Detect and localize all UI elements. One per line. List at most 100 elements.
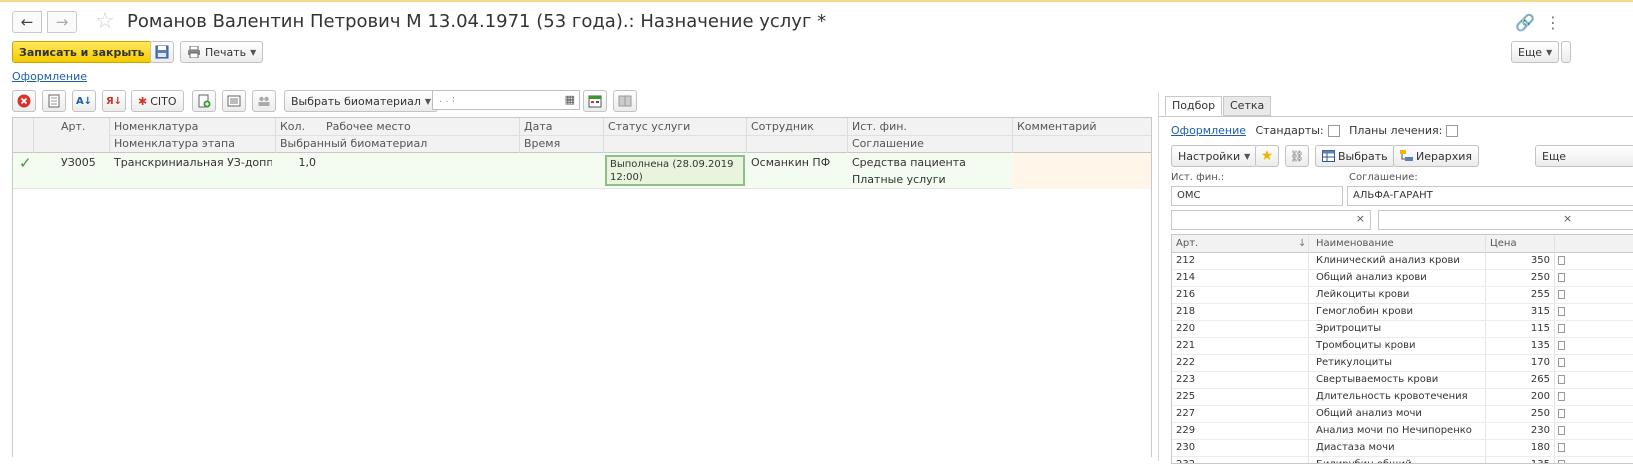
table-row[interactable]: ✓ УЗ005 Транскриниальная УЗ-доппле... 1,…: [13, 153, 1151, 189]
col-stage-nomenclature[interactable]: Номенклатура этапа: [110, 135, 235, 152]
catalog-row[interactable]: 225 Длительность кровотечения 200: [1172, 389, 1633, 406]
cell-agreement: Платные услуги: [852, 173, 946, 186]
open-item-icon[interactable]: [1558, 307, 1565, 316]
fin-source-field[interactable]: ОМС: [1171, 186, 1343, 206]
catalog-row[interactable]: 220 Эритроциты 115: [1172, 321, 1633, 338]
catalog-cell-name: Диастаза мочи: [1316, 442, 1395, 453]
panel-oformlenie-link[interactable]: Оформление: [1171, 124, 1246, 137]
link-icon[interactable]: 🔗: [1515, 13, 1535, 32]
back-button[interactable]: ←: [12, 11, 42, 33]
catalog-row[interactable]: 214 Общий анализ крови 250: [1172, 270, 1633, 287]
catalog-cell-name: Эритроциты: [1316, 323, 1382, 334]
catalog-cell-art: 222: [1176, 357, 1196, 368]
hierarchy-button[interactable]: Иерархия: [1393, 145, 1479, 167]
catalog-row[interactable]: 230 Диастаза мочи 180: [1172, 440, 1633, 457]
agreement-value: АЛЬФА-ГАРАНТ: [1353, 190, 1433, 201]
favorite-star-icon[interactable]: ☆: [95, 9, 115, 35]
agreement-field[interactable]: АЛЬФА-ГАРАНТ: [1347, 186, 1633, 206]
col-biomaterial[interactable]: Выбранный биоматериал: [276, 135, 427, 152]
col-qty[interactable]: Кол.: [276, 118, 305, 135]
save-button[interactable]: [150, 41, 174, 63]
arrow-right-icon: →: [55, 13, 69, 31]
chevron-down-icon: ▼: [1546, 47, 1553, 57]
open-item-icon[interactable]: [1558, 443, 1565, 452]
oformlenie-link[interactable]: Оформление: [12, 70, 87, 83]
plans-checkbox[interactable]: [1446, 125, 1459, 137]
catalog-row[interactable]: 227 Общий анализ мочи 250: [1172, 406, 1633, 423]
favorite-button[interactable]: ★: [1255, 145, 1279, 167]
catalog-cell-name: Тромбоциты крови: [1316, 340, 1416, 351]
more-button[interactable]: Еще ▼: [1511, 41, 1560, 63]
open-item-icon[interactable]: [1558, 341, 1565, 350]
open-item-icon[interactable]: [1558, 256, 1565, 265]
catalog-row[interactable]: 222 Ретикулоциты 170: [1172, 355, 1633, 372]
col-comment[interactable]: Комментарий: [1013, 118, 1097, 135]
floppy-disk-icon: [155, 45, 169, 59]
date-input[interactable]: . . : ▦: [432, 90, 580, 110]
select-button[interactable]: Выбрать: [1315, 145, 1395, 167]
col-art[interactable]: Арт.: [57, 118, 85, 135]
panel-toggle-button[interactable]: [613, 90, 637, 112]
open-item-icon[interactable]: [1558, 375, 1565, 384]
open-item-icon[interactable]: [1558, 392, 1565, 401]
catalog-row[interactable]: 218 Гемоглобин крови 315: [1172, 304, 1633, 321]
sort-asc-button[interactable]: А↓: [72, 90, 96, 112]
col-date[interactable]: Дата: [520, 118, 552, 135]
cell-status[interactable]: Выполнена (28.09.2019 12:00): [605, 155, 745, 186]
print-button[interactable]: Печать ▼: [180, 41, 264, 63]
catalog-row[interactable]: 212 Клинический анализ крови 350: [1172, 253, 1633, 270]
list-button[interactable]: [222, 90, 246, 112]
catalog-col-art[interactable]: Арт.: [1172, 235, 1198, 253]
panel-more-button[interactable]: Еще: [1535, 145, 1633, 167]
open-item-icon[interactable]: [1558, 409, 1565, 418]
comment-cell[interactable]: [1012, 153, 1151, 189]
col-fin-source[interactable]: Ист. фин.: [848, 118, 907, 135]
catalog-row[interactable]: 221 Тромбоциты крови 135: [1172, 338, 1633, 355]
catalog-row[interactable]: 223 Свертываемость крови 265: [1172, 372, 1633, 389]
catalog-row[interactable]: 216 Лейкоциты крови 255: [1172, 287, 1633, 304]
sort-desc-button[interactable]: Я↓: [102, 90, 126, 112]
clear-icon[interactable]: ×: [1356, 212, 1365, 225]
document-button[interactable]: [42, 90, 66, 112]
add-document-button[interactable]: [192, 90, 216, 112]
arrow-left-icon: ←: [20, 13, 34, 31]
select-biomaterial-button[interactable]: Выбрать биоматериал ▼: [284, 90, 439, 112]
col-workplace[interactable]: Рабочее место: [322, 118, 411, 135]
settings-button[interactable]: Настройки ▼: [1171, 145, 1258, 167]
search-field-left[interactable]: ×: [1171, 210, 1371, 230]
open-item-icon[interactable]: [1558, 290, 1565, 299]
catalog-col-price[interactable]: Цена: [1486, 235, 1517, 253]
link-button[interactable]: ⛓: [1285, 145, 1309, 167]
catalog-cell-price: 135: [1530, 340, 1550, 351]
delete-button[interactable]: [12, 90, 36, 112]
users-button[interactable]: [252, 90, 276, 112]
catalog-cell-name: Общий анализ крови: [1316, 272, 1427, 283]
calendar-icon[interactable]: ▦: [565, 93, 575, 106]
help-button[interactable]: [1561, 41, 1571, 63]
schedule-button[interactable]: [583, 90, 607, 112]
col-time[interactable]: Время: [520, 135, 560, 152]
col-employee[interactable]: Сотрудник: [747, 118, 814, 135]
cito-button[interactable]: ✱ CITO: [131, 90, 184, 112]
chevron-down-icon: ▼: [424, 96, 432, 106]
col-nomenclature[interactable]: Номенклатура: [110, 118, 198, 135]
tab-setka[interactable]: Сетка: [1223, 96, 1272, 116]
panel-icon: [618, 95, 632, 107]
catalog-row[interactable]: 229 Анализ мочи по Нечипоренко 230: [1172, 423, 1633, 440]
save-close-button[interactable]: Записать и закрыть: [12, 41, 152, 63]
col-agreement[interactable]: Соглашение: [848, 135, 924, 152]
catalog-col-name[interactable]: Наименование: [1312, 235, 1394, 253]
search-field-right[interactable]: ×: [1378, 210, 1633, 230]
open-item-icon[interactable]: [1558, 358, 1565, 367]
col-status[interactable]: Статус услуги: [604, 118, 690, 135]
open-item-icon[interactable]: [1558, 324, 1565, 333]
clear-icon[interactable]: ×: [1563, 212, 1572, 225]
more-vertical-icon[interactable]: ⋮: [1545, 13, 1561, 32]
open-item-icon[interactable]: [1558, 426, 1565, 435]
open-item-icon[interactable]: [1558, 273, 1565, 282]
panel-options-row: Оформление Стандарты: Планы лечения:: [1171, 124, 1464, 137]
standards-checkbox[interactable]: [1327, 125, 1340, 137]
catalog-cell-art: 214: [1176, 272, 1196, 283]
forward-button[interactable]: →: [47, 11, 77, 33]
tab-podbor[interactable]: Подбор: [1165, 96, 1223, 116]
